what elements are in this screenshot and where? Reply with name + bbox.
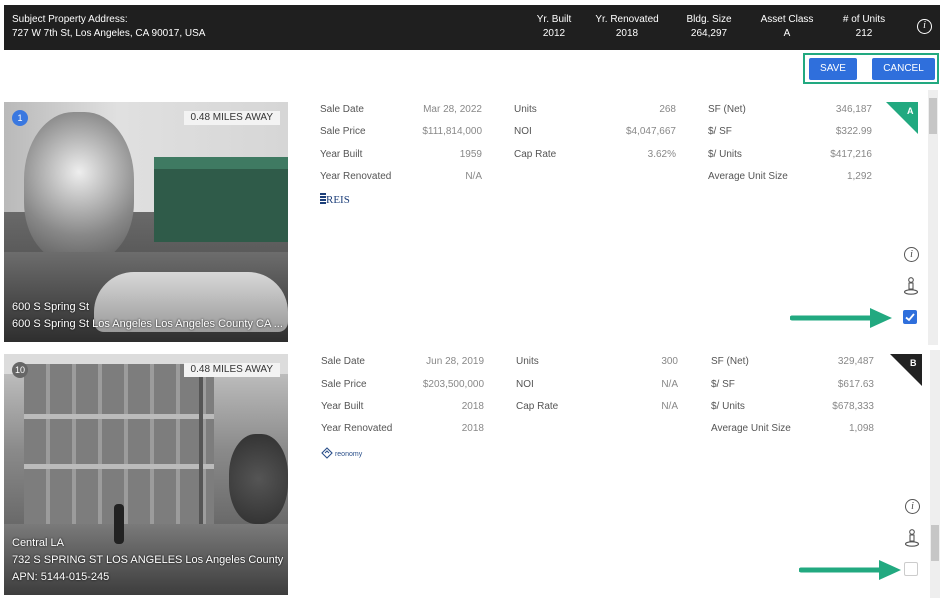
- label-year-built: Year Built: [320, 149, 363, 160]
- value-avg-unit-size: 1,292: [846, 171, 872, 182]
- property-photo[interactable]: 10 0.48 MILES AWAY Central LA 732 S SPRI…: [4, 354, 288, 595]
- street-view-icon[interactable]: [904, 529, 920, 547]
- label-sale-date: Sale Date: [321, 356, 365, 367]
- value-cap-rate: 3.62%: [647, 149, 676, 160]
- property-address: 600 S Spring St Los Angeles Los Angeles …: [12, 318, 283, 330]
- property-apn: APN: 5144-015-245: [12, 571, 110, 583]
- value-noi: $4,047,667: [625, 126, 676, 137]
- value-sale-price: $203,500,000: [422, 379, 484, 390]
- label-price-per-unit: $/ Units: [711, 401, 745, 412]
- label-sale-date: Sale Date: [320, 104, 364, 115]
- value-price-per-unit: $678,333: [832, 401, 874, 412]
- select-checkbox[interactable]: [904, 562, 918, 576]
- property-name: Central LA: [12, 537, 64, 549]
- value-year-built: 2018: [461, 401, 484, 412]
- select-checkbox[interactable]: [903, 310, 917, 324]
- reis-logo: REIS: [320, 193, 350, 206]
- label-year-built: Year Built: [321, 401, 364, 412]
- info-icon[interactable]: i: [917, 19, 932, 34]
- value-price-per-sf: $322.99: [835, 126, 872, 137]
- label-units: Units: [514, 104, 537, 115]
- property-index-badge: 1: [12, 110, 28, 126]
- asset-class-letter: B: [910, 358, 917, 368]
- value-avg-unit-size: 1,098: [848, 423, 874, 434]
- label-cap-rate: Cap Rate: [516, 401, 559, 412]
- header-bldg-size: Bldg. Size 264,297: [686, 14, 732, 39]
- header-asset-class: Asset Class A: [760, 14, 814, 39]
- property-photo[interactable]: 1 0.48 MILES AWAY 600 S Spring St 600 S …: [4, 102, 288, 342]
- label-year-renovated: Year Renovated: [320, 171, 392, 182]
- label-noi: NOI: [514, 126, 532, 137]
- header-yr-built: Yr. Built 2012: [536, 14, 572, 39]
- property-card: 1 0.48 MILES AWAY 600 S Spring St 600 S …: [4, 102, 940, 342]
- street-view-icon[interactable]: [903, 277, 919, 295]
- arrow-icon: [790, 308, 892, 328]
- value-price-per-sf: $617.63: [837, 379, 874, 390]
- value-cap-rate: N/A: [661, 401, 678, 412]
- value-sale-price: $111,814,000: [422, 126, 482, 137]
- checkmark-icon: [905, 313, 915, 322]
- label-sale-price: Sale Price: [321, 379, 367, 390]
- asset-class-letter: A: [907, 106, 914, 116]
- value-noi: N/A: [661, 379, 678, 390]
- value-sf-net: 329,487: [837, 356, 874, 367]
- cancel-button[interactable]: CANCEL: [872, 58, 935, 80]
- value-sale-date: Mar 28, 2022: [423, 104, 482, 115]
- label-cap-rate: Cap Rate: [514, 149, 557, 160]
- label-avg-unit-size: Average Unit Size: [711, 423, 791, 434]
- subject-address-block: Subject Property Address: 727 W 7th St, …: [12, 13, 205, 41]
- property-address: 732 S SPRING ST LOS ANGELES Los Angeles …: [12, 554, 284, 566]
- label-units: Units: [516, 356, 539, 367]
- header-units: # of Units 212: [842, 14, 886, 39]
- subject-address: 727 W 7th St, Los Angeles, CA 90017, USA: [12, 28, 206, 39]
- arrow-icon: [799, 560, 901, 580]
- property-card: 10 0.48 MILES AWAY Central LA 732 S SPRI…: [4, 354, 940, 595]
- label-sf-net: SF (Net): [708, 104, 746, 115]
- reonomy-mark-icon: [321, 447, 333, 459]
- label-avg-unit-size: Average Unit Size: [708, 171, 788, 182]
- asset-class-corner: [890, 354, 922, 386]
- save-cancel-group: SAVE CANCEL: [803, 53, 939, 84]
- distance-badge: 0.48 MILES AWAY: [183, 111, 280, 125]
- info-icon[interactable]: i: [904, 247, 919, 262]
- property-index-badge: 10: [12, 362, 28, 378]
- label-sf-net: SF (Net): [711, 356, 749, 367]
- value-sale-date: Jun 28, 2019: [426, 356, 484, 367]
- scrollbar-thumb[interactable]: [929, 98, 937, 134]
- save-button[interactable]: SAVE: [809, 58, 857, 80]
- subject-property-header: Subject Property Address: 727 W 7th St, …: [4, 5, 940, 50]
- property-name: 600 S Spring St: [12, 301, 90, 313]
- scrollbar-track[interactable]: [928, 90, 938, 345]
- value-units: 300: [661, 356, 678, 367]
- label-noi: NOI: [516, 379, 534, 390]
- value-sf-net: 346,187: [835, 104, 872, 115]
- subject-address-label: Subject Property Address:: [12, 14, 128, 25]
- value-year-renovated: N/A: [465, 171, 482, 182]
- label-price-per-sf: $/ SF: [708, 126, 732, 137]
- scrollbar-track[interactable]: [930, 350, 940, 598]
- info-icon[interactable]: i: [905, 499, 920, 514]
- distance-badge: 0.48 MILES AWAY: [183, 363, 280, 377]
- header-yr-renovated: Yr. Renovated 2018: [595, 14, 659, 39]
- label-price-per-unit: $/ Units: [708, 149, 742, 160]
- label-price-per-sf: $/ SF: [711, 379, 735, 390]
- value-year-renovated: 2018: [461, 423, 484, 434]
- value-units: 268: [659, 104, 676, 115]
- value-year-built: 1959: [459, 149, 482, 160]
- label-sale-price: Sale Price: [320, 126, 366, 137]
- value-price-per-unit: $417,216: [830, 149, 872, 160]
- scrollbar-thumb[interactable]: [931, 525, 939, 561]
- label-year-renovated: Year Renovated: [321, 423, 393, 434]
- reonomy-logo: reonomy: [321, 447, 362, 459]
